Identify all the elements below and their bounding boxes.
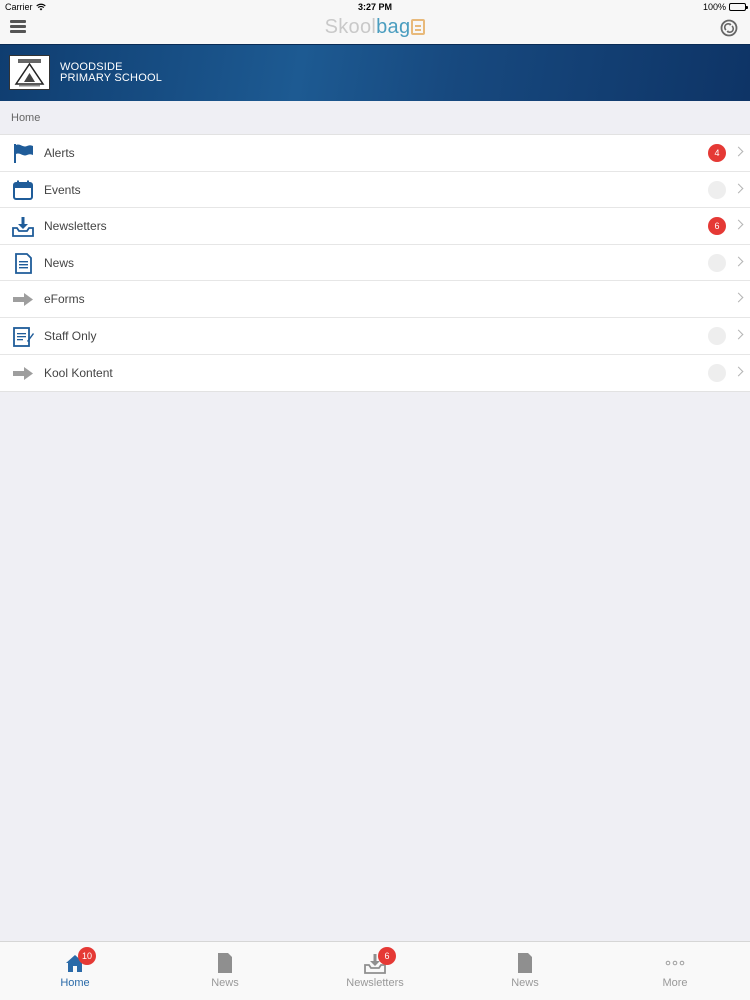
app-logo: Skoolbag	[0, 16, 750, 39]
clock: 3:27 PM	[357, 2, 392, 12]
school-name: WOODSIDE PRIMARY SCHOOL	[60, 62, 162, 84]
chevron-right-icon	[733, 329, 744, 340]
inbox-download-icon	[12, 217, 34, 238]
chevron-right-icon	[733, 292, 744, 303]
events-count-badge	[708, 180, 726, 199]
tab-label: More	[662, 977, 688, 989]
tab-label: Home	[60, 977, 90, 989]
chevron-right-icon	[733, 219, 744, 230]
tab-news-2[interactable]: News	[450, 942, 600, 1000]
menu-item-events[interactable]: Events	[0, 172, 750, 209]
tab-home[interactable]: 10 Home	[0, 942, 150, 1000]
news-count-badge	[708, 253, 726, 272]
newsletters-tab-badge: 6	[378, 947, 396, 965]
arrow-right-icon	[13, 366, 33, 380]
bag-icon	[411, 19, 426, 35]
menu-item-newsletters[interactable]: Newsletters 6	[0, 208, 750, 245]
menu-item-label: Alerts	[44, 146, 75, 160]
staff-only-count-badge	[708, 326, 726, 345]
battery-percent: 100%	[702, 2, 726, 12]
breadcrumb: Home	[0, 101, 750, 134]
tab-news[interactable]: News	[150, 942, 300, 1000]
tab-more[interactable]: More	[600, 942, 750, 1000]
document-icon	[518, 953, 532, 973]
tab-label: News	[211, 977, 239, 989]
menu-item-label: Newsletters	[44, 219, 107, 234]
alerts-count-badge: 4	[708, 144, 726, 162]
school-crest-icon	[9, 55, 50, 90]
tab-bar: 10 Home News 6 Newsletters News More	[0, 941, 750, 1000]
menu-item-label: eForms	[44, 292, 85, 307]
tab-label: News	[511, 977, 539, 989]
tab-newsletters[interactable]: 6 Newsletters	[300, 942, 450, 1000]
chevron-right-icon	[733, 146, 744, 157]
menu-item-news[interactable]: News	[0, 245, 750, 282]
menu-item-eforms[interactable]: eForms	[0, 281, 750, 318]
document-icon	[218, 953, 232, 973]
menu-item-label: Kool Kontent	[44, 365, 113, 380]
calendar-icon	[13, 180, 33, 200]
arrow-right-icon	[13, 293, 33, 307]
battery-indicator: 100%	[702, 2, 748, 12]
menu-item-label: Events	[44, 182, 81, 197]
tab-label: Newsletters	[346, 977, 404, 989]
chevron-right-icon	[733, 183, 744, 194]
document-icon	[15, 252, 32, 274]
sync-icon[interactable]	[720, 19, 738, 37]
menu-item-staff-only[interactable]: Staff Only	[0, 318, 750, 355]
main-menu-list: Alerts 4 Events Newsletters 6 News eForm…	[0, 134, 750, 393]
kool-kontent-count-badge	[708, 363, 726, 382]
menu-item-alerts[interactable]: Alerts 4	[0, 135, 750, 172]
menu-item-kool-kontent[interactable]: Kool Kontent	[0, 355, 750, 392]
menu-item-label: News	[44, 255, 75, 270]
more-dots-icon	[665, 960, 685, 966]
newsletters-count-badge: 6	[708, 217, 726, 236]
school-banner: WOODSIDE PRIMARY SCHOOL	[0, 44, 750, 101]
chevron-right-icon	[733, 366, 744, 377]
menu-item-label: Staff Only	[44, 328, 97, 343]
chevron-right-icon	[733, 256, 744, 267]
battery-icon	[729, 3, 748, 11]
logo-text-bag: bag	[376, 16, 411, 38]
status-bar: Carrier 3:27 PM 100%	[0, 0, 750, 14]
school-name-line2: PRIMARY SCHOOL	[60, 72, 163, 84]
breadcrumb-home: Home	[11, 112, 41, 124]
flag-icon	[14, 144, 33, 163]
home-tab-badge: 10	[78, 947, 97, 965]
notepad-icon	[13, 327, 34, 347]
logo-text-skool: Skool	[324, 16, 377, 38]
nav-bar: Skoolbag	[0, 14, 750, 44]
